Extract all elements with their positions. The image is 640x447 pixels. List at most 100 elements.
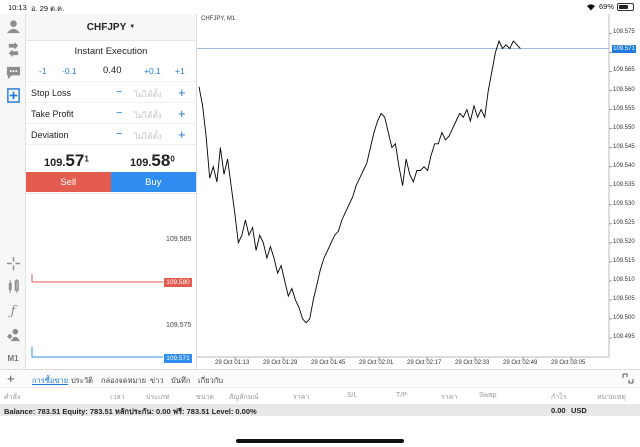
col-price: ราคา: [293, 394, 310, 401]
col-profit: กำไร: [551, 394, 567, 401]
indicators-icon[interactable]: [5, 278, 21, 294]
take-profit-row: Take Profit − ไม่ได้ตั้ง +: [26, 102, 196, 123]
symbol-name: CHFJPY: [86, 21, 127, 33]
app-root: { "status_bar": { "time": "10:13", "date…: [0, 0, 640, 447]
col-tp: T/P: [396, 392, 407, 399]
col-symbol: สัญลักษณ์: [229, 394, 259, 401]
tab-mailbox[interactable]: กล่องจดหมาย: [101, 375, 146, 387]
execution-type[interactable]: Instant Execution: [26, 41, 196, 61]
tab-journal[interactable]: บันทึก: [171, 375, 190, 387]
sell-button[interactable]: Sell: [26, 172, 111, 192]
y-tick-label: 109.520: [613, 238, 635, 245]
tab-news[interactable]: ข่าว: [150, 375, 164, 387]
ask-price-sup: 0: [170, 154, 175, 164]
volume-plus-0.1-button[interactable]: +0.1: [144, 66, 161, 76]
deviation-field[interactable]: ไม่ได้ตั้ง: [134, 130, 162, 143]
volume-value[interactable]: 0.40: [103, 65, 122, 76]
currency: USD: [571, 406, 587, 415]
take-profit-minus-button[interactable]: −: [116, 107, 122, 119]
status-right: 69%: [586, 2, 634, 11]
y-tick-label: 109.545: [613, 143, 635, 150]
deviation-label: Deviation: [31, 130, 69, 140]
tab-history[interactable]: ประวัติ: [71, 375, 93, 387]
order-panel: CHFJPY ▼ Instant Execution -1 -0.1 0.40 …: [26, 14, 197, 369]
buy-price-tag: 109.571: [164, 354, 192, 363]
stop-loss-minus-button[interactable]: −: [116, 86, 122, 98]
y-tick-label: 109.540: [613, 162, 635, 169]
price-quotes: 109. 571 109.580: [26, 144, 196, 172]
volume-minus-1-button[interactable]: -1: [39, 66, 47, 76]
order-buttons: Sell Buy: [26, 172, 196, 192]
price-chart[interactable]: CHFJPY, M1 109.575109.570109.565109.5601…: [197, 14, 640, 369]
ladder-price-upper: 109.585: [166, 236, 192, 243]
x-tick-label: 29 Oct 03:05: [551, 360, 586, 366]
account-icon[interactable]: [5, 18, 21, 34]
volume-stepper: -1 -0.1 0.40 +0.1 +1: [26, 61, 196, 81]
volume-minus-0.1-button[interactable]: -0.1: [62, 66, 77, 76]
bid-price-big: 57: [65, 151, 85, 170]
sell-price-tag: 109.580: [164, 278, 192, 287]
wifi-icon: [586, 3, 595, 10]
caret-down-icon: ▼: [129, 24, 136, 30]
chat-icon[interactable]: [5, 64, 21, 80]
volume-plus-1-button[interactable]: +1: [175, 66, 185, 76]
take-profit-field[interactable]: ไม่ได้ตั้ง: [134, 109, 162, 122]
balance-bar: Balance: 783.51 Equity: 783.51 หลักประกั…: [0, 404, 640, 416]
tab-about[interactable]: เกี่ยวกับ: [198, 375, 223, 387]
symbol-selector[interactable]: CHFJPY ▼: [26, 14, 196, 41]
y-tick-label: 109.535: [613, 181, 635, 188]
y-tick-label: 109.500: [613, 314, 635, 321]
price-ladder: 109.585 109.580 109.575 109.571: [26, 193, 196, 369]
deviation-minus-button[interactable]: −: [116, 128, 122, 140]
col-sl: S/L: [347, 392, 358, 399]
ask-price: 109.580: [130, 151, 175, 171]
total-profit: 0.00: [551, 406, 566, 415]
col-time: เวลา: [110, 394, 125, 401]
ask-price-big: 58: [151, 151, 171, 170]
battery-percent: 69%: [598, 2, 614, 11]
balance-summary: Balance: 783.51 Equity: 783.51 หลักประกั…: [4, 407, 257, 416]
x-tick-label: 29 Oct 02:01: [359, 360, 394, 366]
trade-arrows-icon[interactable]: [5, 41, 21, 57]
orders-table-header: คำสั่ง เวลา ประเภท ขนาด สัญลักษณ์ ราคา S…: [0, 387, 640, 402]
stop-loss-row: Stop Loss − ไม่ได้ตั้ง +: [26, 81, 196, 102]
crosshair-icon[interactable]: [5, 255, 21, 271]
new-order-icon[interactable]: [5, 87, 21, 103]
ladder-price-lower: 109.575: [166, 322, 192, 329]
y-tick-label: 109.515: [613, 257, 635, 264]
objects-icon[interactable]: [5, 326, 21, 342]
stop-loss-label: Stop Loss: [31, 88, 72, 98]
add-order-icon[interactable]: +: [7, 371, 15, 386]
y-tick-label: 109.530: [613, 200, 635, 207]
deviation-plus-button[interactable]: +: [178, 127, 186, 142]
stop-loss-field[interactable]: ไม่ได้ตั้ง: [134, 88, 162, 101]
y-tick-label: 109.495: [613, 333, 635, 340]
take-profit-label: Take Profit: [31, 109, 74, 119]
expand-panel-icon[interactable]: [622, 373, 634, 384]
deviation-row: Deviation − ไม่ได้ตั้ง +: [26, 123, 196, 144]
tab-trade[interactable]: การซื้อขาย: [32, 375, 68, 387]
col-size: ขนาด: [196, 394, 215, 401]
col-price-current: ราคา: [441, 394, 458, 401]
stop-loss-plus-button[interactable]: +: [178, 85, 186, 100]
buy-button[interactable]: Buy: [110, 172, 196, 192]
y-tick-label: 109.505: [613, 295, 635, 302]
battery-icon: [617, 2, 634, 11]
terminal-tabs: + การซื้อขาย ประวัติ กล่องจดหมาย ข่าว บั…: [0, 369, 640, 387]
timeframe-button[interactable]: M1: [5, 350, 21, 366]
y-tick-label: 109.575: [613, 29, 635, 36]
y-tick-label: 109.525: [613, 219, 635, 226]
x-tick-label: 29 Oct 02:49: [503, 360, 538, 366]
x-tick-label: 29 Oct 01:45: [311, 360, 346, 366]
clock: 10:13: [8, 3, 27, 12]
home-indicator: [236, 439, 404, 443]
x-tick-label: 29 Oct 01:29: [263, 360, 298, 366]
take-profit-plus-button[interactable]: +: [178, 106, 186, 121]
battery-fill: [619, 4, 628, 9]
x-tick-label: 29 Oct 01:13: [215, 360, 250, 366]
function-icon[interactable]: ƒ: [5, 303, 21, 319]
y-tick-label: 109.555: [613, 105, 635, 112]
ask-price-main: 109.: [130, 157, 152, 169]
col-swap: Swap: [479, 392, 497, 399]
bid-price-sup: 1: [84, 154, 89, 164]
